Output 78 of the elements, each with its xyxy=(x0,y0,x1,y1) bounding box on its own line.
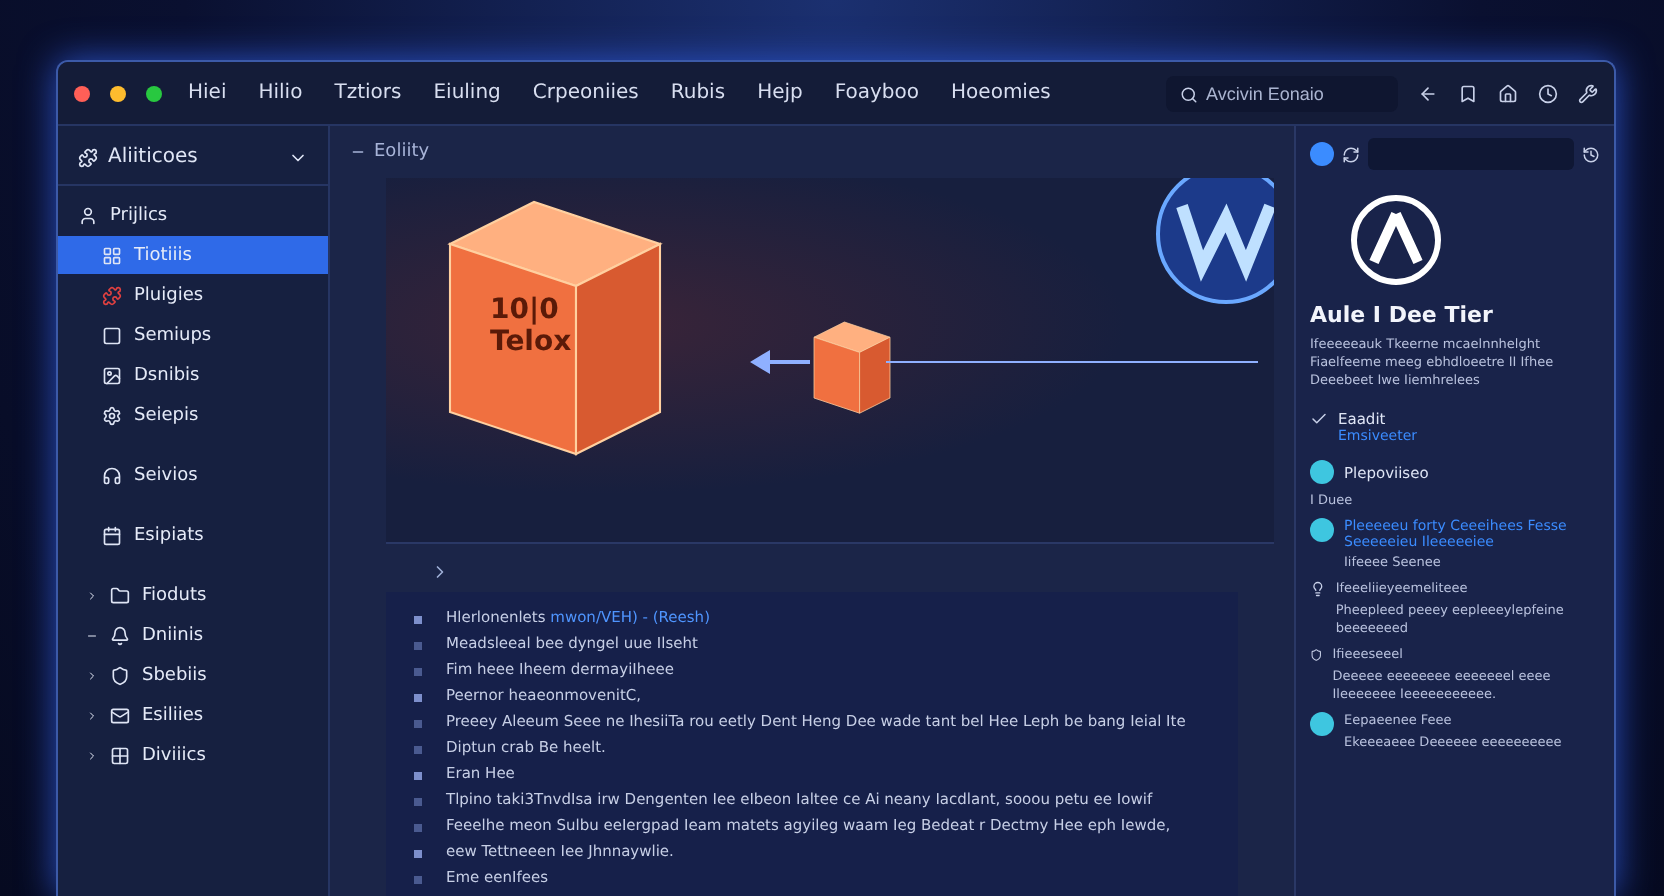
line-marker-icon xyxy=(414,720,422,728)
menu-item[interactable]: Foayboo xyxy=(828,82,926,104)
sidebar-item[interactable]: Diviiics xyxy=(58,736,328,774)
glowing-cube-drawing xyxy=(813,321,891,414)
item-icon xyxy=(110,665,130,685)
item-icon xyxy=(110,625,130,645)
menu-item[interactable]: Crpeoniies xyxy=(526,82,645,104)
menu-item[interactable]: Hilio xyxy=(252,82,309,104)
clock-icon[interactable] xyxy=(1538,83,1558,103)
sidebar-item[interactable]: Pluigies xyxy=(58,276,328,314)
puzzle-icon xyxy=(78,147,98,167)
line-marker-icon xyxy=(414,694,422,702)
expand-icon xyxy=(86,589,98,601)
expand-icon xyxy=(86,709,98,721)
menu-item[interactable]: Hoeomies xyxy=(945,82,1057,104)
menu-item[interactable]: Tztiors xyxy=(328,82,408,104)
sidebar-item[interactable]: Dniinis xyxy=(58,616,328,654)
logo-icon xyxy=(1156,178,1274,304)
collapse-icon xyxy=(86,629,98,641)
sidebar-item[interactable]: Esiliies xyxy=(58,696,328,734)
sidebar-item[interactable]: Fioduts xyxy=(58,576,328,614)
sidebar-item[interactable]: Tiotiiis xyxy=(58,236,328,274)
expand-icon xyxy=(86,669,98,681)
sidebar-item[interactable]: Esipiats xyxy=(58,516,328,554)
zoom-dot[interactable] xyxy=(146,85,162,101)
line-marker-icon xyxy=(414,876,422,884)
item-icon xyxy=(102,405,122,425)
search-field[interactable]: Avcivin Eonaio xyxy=(1166,75,1398,111)
minimize-dot[interactable] xyxy=(110,85,126,101)
bookmark-icon[interactable] xyxy=(1458,83,1478,103)
item-icon xyxy=(110,745,130,765)
arrow-drawing xyxy=(750,350,810,374)
lightbulb-icon xyxy=(1310,580,1326,598)
close-dot[interactable] xyxy=(74,85,90,101)
sidebar-item[interactable]: Seivios xyxy=(58,456,328,494)
item-icon xyxy=(102,525,122,545)
line-marker-icon xyxy=(414,668,422,676)
back-icon[interactable] xyxy=(1418,83,1438,103)
item-icon xyxy=(102,325,122,345)
line-marker-icon xyxy=(414,642,422,650)
sidebar-item[interactable]: Dsnibis xyxy=(58,356,328,394)
menu-item[interactable]: Hiei xyxy=(182,82,233,104)
sidebar-item[interactable]: Seiepis xyxy=(58,396,328,434)
item-icon xyxy=(78,205,98,225)
shield-icon xyxy=(1310,646,1323,664)
line-marker-icon xyxy=(414,746,422,754)
line-marker-icon xyxy=(414,772,422,780)
sidebar-item[interactable]: Sbebiis xyxy=(58,656,328,694)
sidebar-item[interactable]: Prijlics xyxy=(58,196,328,234)
sidebar-title: Aliiticoes xyxy=(108,146,198,168)
item-icon xyxy=(110,585,130,605)
logo-icon xyxy=(1350,194,1442,286)
line-marker-icon xyxy=(414,616,422,624)
avatar-icon xyxy=(1310,142,1334,166)
sidebar-item[interactable]: Semiups xyxy=(58,316,328,354)
cube-label: 10|0 Telox xyxy=(490,294,572,358)
search-icon xyxy=(1180,85,1198,103)
line-marker-icon xyxy=(414,824,422,832)
section-title: Eoliity xyxy=(374,142,430,162)
menu-item[interactable]: Hejp xyxy=(751,82,809,104)
line-marker-icon xyxy=(414,850,422,858)
wrench-icon[interactable] xyxy=(1578,83,1598,103)
line-marker-icon xyxy=(414,798,422,806)
avatar-icon xyxy=(1310,518,1334,542)
menu-item[interactable]: Eiuling xyxy=(427,82,507,104)
avatar-icon xyxy=(1310,712,1334,736)
history-icon[interactable] xyxy=(1582,145,1600,163)
home-icon[interactable] xyxy=(1498,83,1518,103)
item-icon xyxy=(102,465,122,485)
panel-title: Aule I Dee Tier xyxy=(1310,302,1495,328)
item-icon xyxy=(102,245,122,265)
item-icon xyxy=(110,705,130,725)
refresh-icon[interactable] xyxy=(1342,145,1360,163)
item-icon xyxy=(102,365,122,385)
menu-item[interactable]: Rubis xyxy=(664,82,732,104)
expand-icon xyxy=(86,749,98,761)
avatar-icon xyxy=(1310,460,1334,484)
item-icon xyxy=(102,285,122,305)
